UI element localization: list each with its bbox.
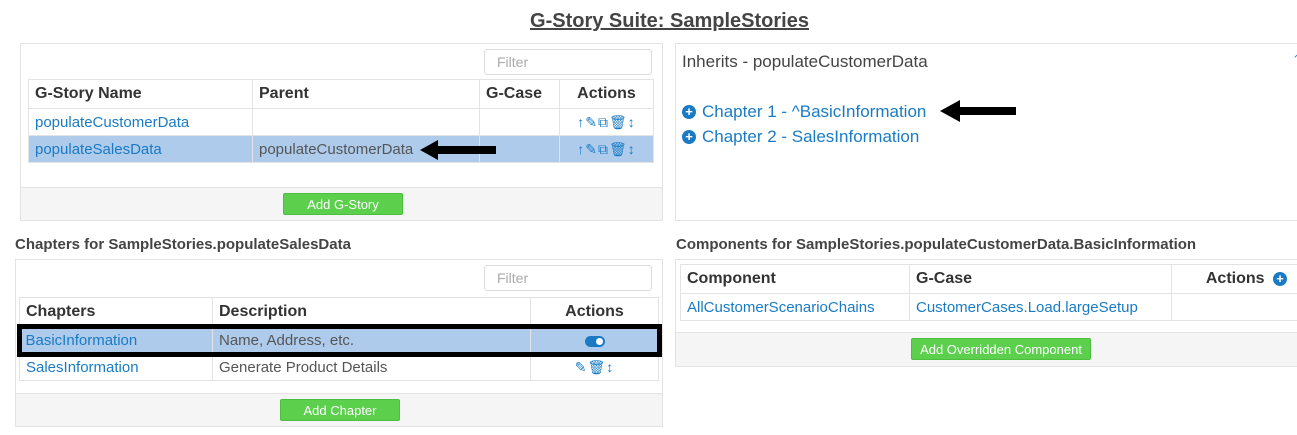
column-header-gstory-name[interactable]: G-Story Name [28,79,253,109]
chapters-panel-footer: Add Chapter [16,393,662,426]
copy-icon[interactable]: ⧉ [598,141,609,157]
column-header-component[interactable]: Component [680,264,910,294]
inherited-chapter-2[interactable]: + Chapter 2 - SalesInformation [682,127,919,147]
inherited-chapter-label[interactable]: Chapter 2 - SalesInformation [702,127,919,147]
table-row[interactable]: populateCustomerData ↑✎⧉🗑↕ [28,108,654,136]
inherits-panel: Inherits - populateCustomerData + Chapte… [675,43,1297,221]
column-header-chapters[interactable]: Chapters [19,297,213,327]
chapter-description: Generate Product Details [212,353,531,381]
chapters-section-label: Chapters for SampleStories.populateSales… [15,236,351,253]
story-parent [252,108,480,136]
story-name-link[interactable]: populateCustomerData [28,108,253,136]
copy-icon[interactable]: ⧉ [598,114,609,130]
table-row[interactable]: populateSalesData populateCustomerData ↑… [28,135,654,163]
column-header-actions: Actions [559,79,654,109]
table-row[interactable]: BasicInformation Name, Address, etc. [16,323,662,357]
chapter-name-link[interactable]: SalesInformation [19,353,213,381]
expand-plus-icon[interactable]: + [682,105,696,119]
actions-label: Actions [1205,270,1265,287]
column-header-description[interactable]: Description [212,297,531,327]
edit-icon[interactable]: ✎ [585,141,598,157]
inherits-heading: Inherits - populateCustomerData [682,52,928,71]
components-table: Component G-Case Actions + AllCustomerSc… [680,264,1297,321]
inherited-chapter-1[interactable]: + Chapter 1 - ^BasicInformation [682,102,926,122]
chapter-name-link[interactable]: BasicInformation [19,326,213,354]
table-row[interactable]: SalesInformation Generate Product Detail… [19,353,659,381]
chapters-table: Chapters Description Actions BasicInform… [16,297,662,381]
toggle-icon[interactable] [584,335,605,347]
table-row[interactable]: AllCustomerScenarioChains CustomerCases.… [680,293,1297,321]
story-name-link[interactable]: populateSalesData [28,135,253,163]
row-actions: ↑✎⧉🗑↕ [559,135,654,163]
column-header-actions: Actions [530,297,659,327]
stories-panel-footer: Add G-Story [21,187,662,220]
annotation-arrow-icon [940,100,1016,122]
expand-icon[interactable]: ↗ [1293,50,1297,61]
row-actions: ↑✎⧉🗑↕ [559,108,654,136]
stories-panel: G-Story Name Parent G-Case Actions popul… [20,43,663,221]
component-link[interactable]: AllCustomerScenarioChains [680,293,910,321]
chapters-filter-input[interactable] [484,265,652,291]
story-gcase [479,108,560,136]
add-gstory-button[interactable]: Add G-Story [283,193,403,215]
edit-icon[interactable]: ✎ [575,359,588,375]
move-updown-icon[interactable]: ↕ [628,114,636,130]
column-header-parent[interactable]: Parent [252,79,480,109]
components-panel: Component G-Case Actions + AllCustomerSc… [675,259,1297,367]
components-section-label: Components for SampleStories.populateCus… [676,236,1197,253]
column-header-actions: Actions + [1171,264,1297,294]
chapter-description: Name, Address, etc. [212,326,531,354]
stories-table: G-Story Name Parent G-Case Actions popul… [28,79,654,163]
add-chapter-button[interactable]: Add Chapter [280,399,400,421]
delete-icon[interactable]: 🗑 [609,141,628,157]
page-title: G-Story Suite: SampleStories [530,10,809,32]
expand-plus-icon[interactable]: + [682,130,696,144]
row-actions: ✎🗑↕ [530,353,659,381]
row-actions [530,326,659,354]
components-panel-footer: Add Overridden Component [676,332,1297,366]
inherited-chapter-label[interactable]: Chapter 1 - ^BasicInformation [702,102,926,122]
move-updown-icon[interactable]: ↕ [606,359,614,375]
edit-icon[interactable]: ✎ [585,114,598,130]
chapters-panel: Chapters Description Actions BasicInform… [15,259,663,427]
stories-filter-input[interactable] [484,49,652,75]
add-overridden-component-button[interactable]: Add Overridden Component [911,338,1091,360]
move-updown-icon[interactable]: ↕ [628,141,636,157]
delete-icon[interactable]: 🗑 [609,114,628,130]
annotation-arrow-icon [420,140,496,160]
row-actions [1171,293,1297,321]
add-component-plus-icon[interactable]: + [1273,272,1287,286]
column-header-gcase[interactable]: G-Case [909,264,1172,294]
delete-icon[interactable]: 🗑 [587,359,606,375]
component-gcase-link[interactable]: CustomerCases.Load.largeSetup [909,293,1172,321]
column-header-gcase[interactable]: G-Case [479,79,560,109]
